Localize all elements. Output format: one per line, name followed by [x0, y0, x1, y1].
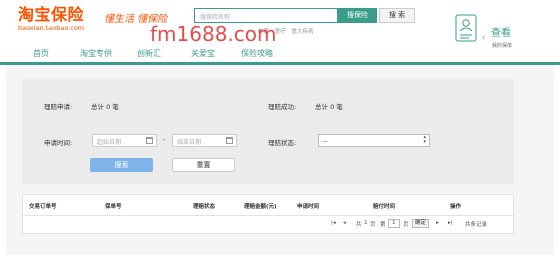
- claim-status-value: --: [323, 137, 328, 145]
- column-header: 操作: [450, 204, 462, 210]
- my-policy-link[interactable]: ‹ 查看 我的保单: [455, 14, 525, 50]
- claim-success-value: 总计 0 笔: [315, 103, 343, 111]
- current-page: 1: [392, 220, 396, 226]
- nav-item-innovation[interactable]: 创新汇: [137, 48, 161, 59]
- prev-page-icon[interactable]: ◂: [343, 220, 346, 226]
- total-pages-unit: 页: [370, 222, 376, 228]
- claim-status-select[interactable]: -- ▴ ▾: [318, 134, 430, 147]
- search-button[interactable]: 搜 索: [379, 8, 415, 23]
- claim-success-label: 理赔成功:: [268, 103, 297, 111]
- site-header: 淘宝保险 baoxian.taobao.com 懂生活 懂保险 搜保险名称 搜保…: [0, 0, 560, 49]
- header-divider: [23, 215, 513, 216]
- nav-item-care[interactable]: 关爱宝: [191, 48, 215, 59]
- logo-main-text: 淘宝保险: [18, 5, 85, 24]
- calendar-icon: [226, 137, 233, 144]
- policy-card-icon: [455, 14, 477, 42]
- column-header: 理赔状态: [193, 204, 216, 210]
- search-insurance-button[interactable]: 搜保险: [338, 8, 377, 23]
- slogan: 懂生活 懂保险: [104, 14, 168, 25]
- total-pages-prefix: 共: [356, 222, 362, 228]
- search-input[interactable]: 搜保险名称: [194, 8, 338, 23]
- main-content: 理赔申请: 总计 0 笔 理赔成功: 总计 0 笔 申请时间: 起始日期 - 结…: [6, 66, 554, 255]
- logo[interactable]: 淘宝保险 baoxian.taobao.com: [18, 5, 85, 33]
- column-header: 赔付时间: [373, 204, 396, 210]
- hot-link[interactable]: 重大疾病: [292, 29, 314, 35]
- search-submit-button[interactable]: 搜索: [90, 158, 153, 172]
- date-range-dash: -: [163, 136, 166, 144]
- goto-prefix: 第: [380, 222, 386, 228]
- goto-unit: 页: [403, 222, 409, 228]
- next-page-icon[interactable]: ▸: [436, 220, 439, 226]
- nav-item-taobao-exclusive[interactable]: 淘宝专供: [80, 48, 112, 59]
- confirm-page-button[interactable]: 确定: [412, 219, 429, 228]
- chevron-left-icon: ‹: [482, 33, 486, 42]
- end-date-input[interactable]: 结束日期: [172, 134, 237, 147]
- total-pages: 1: [364, 220, 368, 226]
- start-date-input[interactable]: 起始日期: [92, 134, 157, 147]
- column-header: 理赔金额(元): [244, 204, 277, 210]
- last-page-icon[interactable]: ▸|: [448, 220, 453, 226]
- nav-divider: [0, 62, 560, 65]
- view-label: 查看: [491, 28, 511, 39]
- hot-link[interactable]: 美景: [258, 29, 269, 35]
- claim-apply-value: 总计 0 笔: [91, 103, 119, 111]
- start-date-placeholder: 起始日期: [97, 139, 122, 146]
- filter-panel: 理赔申请: 总计 0 笔 理赔成功: 总计 0 笔 申请时间: 起始日期 - 结…: [22, 79, 514, 184]
- record-count: 共条记录: [465, 222, 488, 228]
- column-header: 保单号: [105, 204, 122, 210]
- column-header: 交易订单号: [29, 204, 57, 210]
- claim-status-label: 理赔状态:: [268, 139, 297, 147]
- column-header: 申请时间: [297, 204, 320, 210]
- select-arrows-icon: ▴ ▾: [423, 134, 426, 145]
- page-number-input[interactable]: 1: [388, 219, 400, 228]
- end-date-placeholder: 结束日期: [177, 139, 202, 146]
- apply-time-label: 申请时间:: [44, 139, 73, 147]
- claims-table: 交易订单号 保单号 理赔状态 理赔金额(元) 申请时间 赔付时间 操作 |◂ ◂…: [22, 194, 514, 234]
- reset-button[interactable]: 重置: [172, 158, 235, 172]
- logo-sub-text: baoxian.taobao.com: [18, 24, 85, 32]
- first-page-icon[interactable]: |◂: [331, 220, 336, 226]
- nav-item-home[interactable]: 首页: [33, 48, 49, 59]
- claim-apply-label: 理赔申请:: [44, 103, 73, 111]
- hot-link[interactable]: 意疗: [275, 29, 286, 35]
- main-nav: 首页 淘宝专供 创新汇 关爱宝 保险攻略: [0, 46, 560, 62]
- nav-item-guide[interactable]: 保险攻略: [241, 48, 273, 59]
- calendar-icon: [146, 137, 153, 144]
- hot-links: 美景 意疗 重大疾病: [258, 27, 318, 35]
